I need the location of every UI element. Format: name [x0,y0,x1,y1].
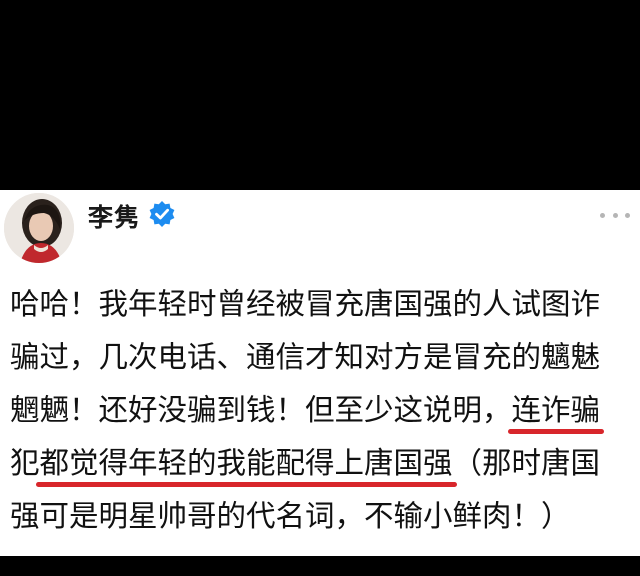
post-line-4: 犯都觉得年轻的我能配得上唐国强（那时唐国 [10,437,634,490]
post-line-2: 骗过，几次电话、通信才知对方是冒充的魑魅 [10,331,634,384]
post-line-1: 哈哈！我年轻时曾经被冒充唐国强的人试图诈 [10,278,634,331]
post-text-segment: 哈哈！我年轻时曾经被冒充唐国强的人试图诈 [10,287,601,321]
post-text-segment: 魍魉！还好没骗到钱！但至少这说明， [10,393,512,427]
post-text: 哈哈！我年轻时曾经被冒充唐国强的人试图诈 骗过，几次电话、通信才知对方是冒充的魑… [10,278,634,543]
post-text-segment: 犯 [10,446,40,480]
more-dot [612,212,618,218]
top-black-band [0,0,640,190]
post-line-3: 魍魉！还好没骗到钱！但至少这说明，连诈骗 [10,384,634,437]
bottom-black-band [0,556,640,576]
post-text-segment: （那时唐国 [452,446,601,480]
more-options-icon[interactable] [600,200,630,230]
post-card: 李隽 哈哈！我年轻时曾经被冒充唐国强的人试图诈 骗过，几次电话、通信才知对方是冒… [0,190,640,556]
post-text-segment: 强可是明星帅哥的代名词，不输小鲜肉！） [10,499,571,533]
post-line-5: 强可是明星帅哥的代名词，不输小鲜肉！） [10,490,634,543]
underlined-text: 都觉得年轻的我能配得上唐国强 [39,446,453,480]
underlined-text: 连诈骗 [511,393,601,427]
more-dot [600,212,605,218]
avatar[interactable] [4,193,74,263]
more-dot [625,212,630,218]
avatar-photo [4,193,74,263]
verified-badge-icon [148,200,176,228]
author-name[interactable]: 李隽 [88,198,140,234]
post-text-segment: 骗过，几次电话、通信才知对方是冒充的魑魅 [10,340,601,374]
